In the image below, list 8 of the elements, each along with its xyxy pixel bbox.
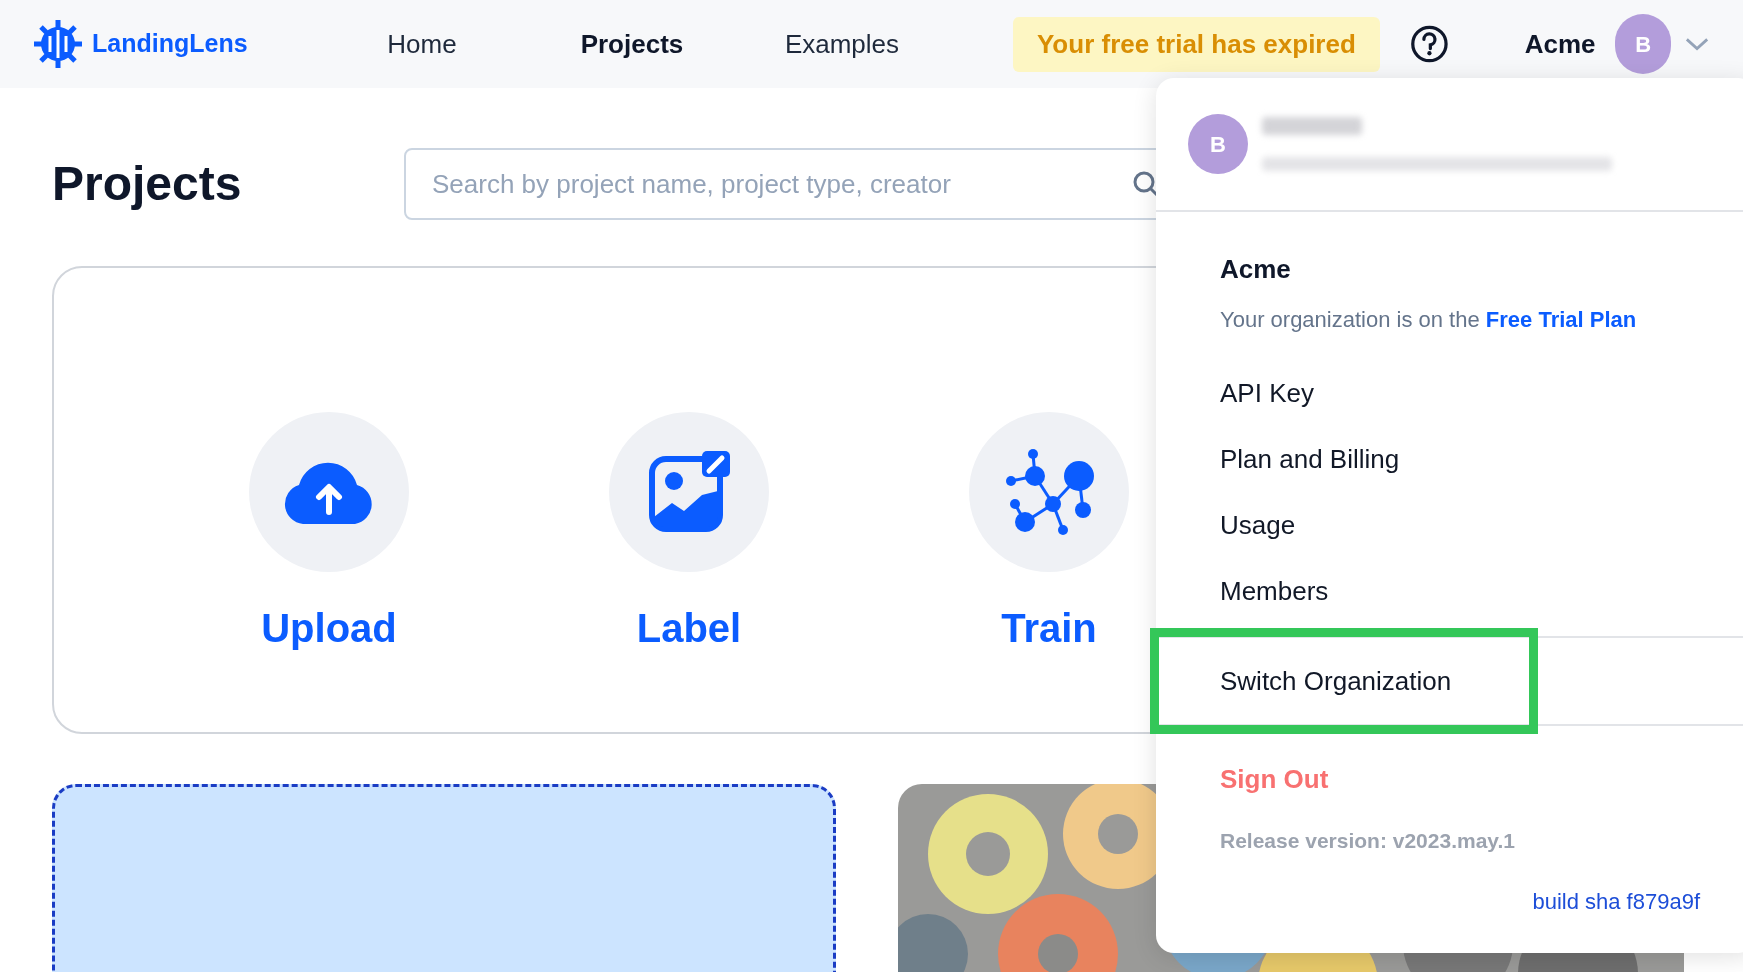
build-sha: build sha f879a9f: [1532, 887, 1700, 916]
page-title: Projects: [52, 156, 243, 212]
menu-avatar: B: [1188, 114, 1248, 174]
org-title: Acme: [1220, 253, 1292, 286]
plan-text: Your organization is on the Free Trial Plan: [1220, 306, 1638, 334]
release-version: Release version: v2023.may.1: [1220, 828, 1516, 854]
logo-text: LandingLens: [92, 28, 248, 60]
trial-banner: Your free trial has expired: [1012, 16, 1380, 72]
